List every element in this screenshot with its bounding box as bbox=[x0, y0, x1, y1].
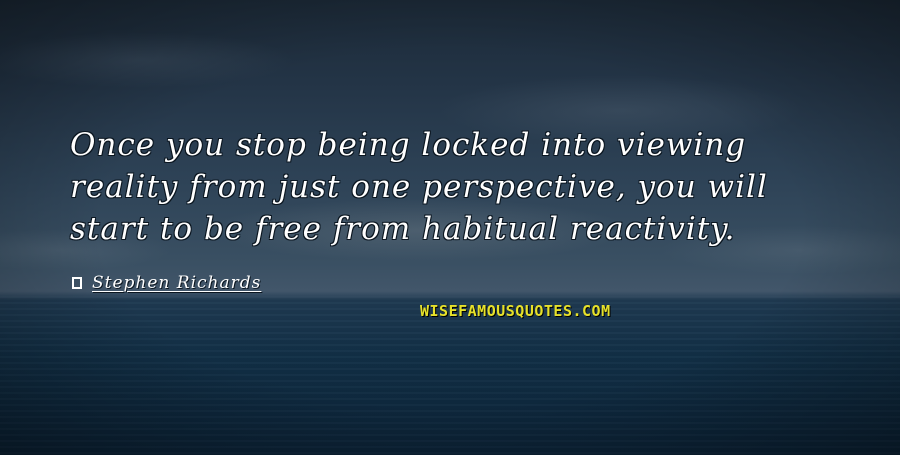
site-watermark: WISEFAMOUSQUOTES.COM bbox=[420, 302, 611, 320]
author-link[interactable]: Stephen Richards bbox=[92, 273, 261, 293]
quote-image: Once you stop being locked into viewing … bbox=[0, 0, 900, 455]
checkbox-icon bbox=[72, 277, 82, 289]
author-attribution: Stephen Richards bbox=[72, 273, 261, 293]
quote-text: Once you stop being locked into viewing … bbox=[70, 127, 768, 247]
